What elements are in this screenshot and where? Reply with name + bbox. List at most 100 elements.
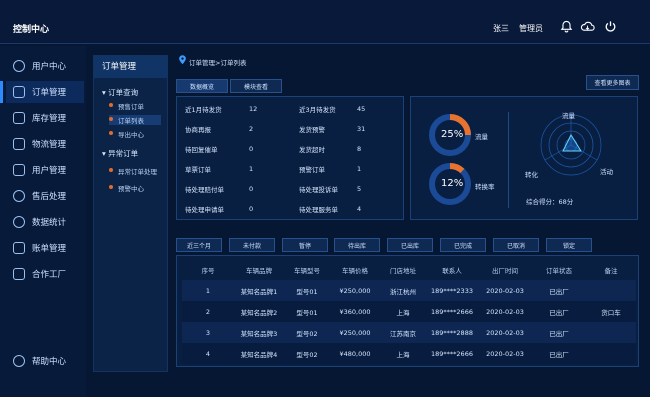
table-cell: 型号02 xyxy=(284,343,330,364)
table-cell: 已出厂 xyxy=(532,301,586,322)
bell-icon[interactable] xyxy=(560,20,573,33)
stat-label: 发货预警 xyxy=(299,126,325,134)
column-header[interactable]: 车辆品牌 xyxy=(234,260,284,280)
chart-panel: 25% 流量 12% 转换率 流量 转化 活动 综合得分：68分 xyxy=(410,96,638,220)
lightbulb-icon xyxy=(13,355,25,367)
subnav-group-abnormal[interactable]: ▾ 异常订单 xyxy=(102,148,138,159)
sidebar-item-bills[interactable]: 账单管理 xyxy=(6,237,84,259)
column-header[interactable]: 订单状态 xyxy=(532,260,586,280)
stat-label: 预警订单 xyxy=(299,166,325,174)
table-cell: 江苏南京 xyxy=(380,322,426,343)
filter-button[interactable]: 暂停 xyxy=(282,238,328,252)
user-name[interactable]: 张三 xyxy=(493,23,509,34)
stats-row: 协商再报 2 发货预警 31 xyxy=(177,119,399,139)
sidebar-item-after-sales[interactable]: 售后处理 xyxy=(6,185,84,207)
table-cell: 已出厂 xyxy=(532,322,586,343)
table-cell: 上海 xyxy=(380,301,426,322)
top-bar: 控制中心 张三 管理员 xyxy=(0,0,650,44)
subnav-panel: 订单管理 ▾ 订单查询 预售订单 订单列表 导出中心 ▾ 异常订单 异常订单处理… xyxy=(93,55,168,372)
stat-value: 1 xyxy=(249,165,254,173)
stat-value: 0 xyxy=(249,205,254,213)
column-header[interactable]: 出厂时间 xyxy=(478,260,532,280)
column-header[interactable]: 联系人 xyxy=(426,260,478,280)
table-row[interactable]: 4 某知名品牌4 型号02 ¥480,000 上海 189****2666 2020-02-… xyxy=(182,343,636,364)
sidebar-item-orders[interactable]: 订单管理 xyxy=(0,81,84,103)
filter-button[interactable]: 锁定 xyxy=(546,238,592,252)
stat-label: 待处理服务单 xyxy=(299,206,338,214)
filter-button[interactable]: 未付款 xyxy=(229,238,275,252)
filter-button[interactable]: 已完成 xyxy=(440,238,486,252)
table-cell: 2 xyxy=(182,301,234,322)
subnav-item-abnormal-handle[interactable]: 异常订单处理 xyxy=(109,166,157,176)
subnav-item-export[interactable]: 导出中心 xyxy=(109,129,144,139)
column-header[interactable]: 序号 xyxy=(182,260,234,280)
filter-button[interactable]: 已取消 xyxy=(493,238,539,252)
table-cell: ¥360,000 xyxy=(330,301,380,322)
stats-row: 待处理赔付单 0 待处理投诉单 5 xyxy=(177,179,399,199)
table-cell: 型号01 xyxy=(284,301,330,322)
stat-label: 待处理赔付单 xyxy=(185,186,224,194)
table-row[interactable]: 2 某知名品牌2 型号01 ¥360,000 上海 189****2666 2020-02-… xyxy=(182,301,636,322)
power-icon[interactable] xyxy=(604,20,617,33)
table-cell: 某知名品牌4 xyxy=(234,343,284,364)
user-role: 管理员 xyxy=(519,24,543,33)
stats-row: 草票订单 1 预警订单 1 xyxy=(177,159,399,179)
radar-label-traffic: 流量 xyxy=(562,112,575,120)
sidebar-item-user-center[interactable]: 用户中心 xyxy=(6,55,84,77)
column-header[interactable]: 车辆型号 xyxy=(284,260,330,280)
stat-value: 0 xyxy=(249,185,254,193)
subnav-item-alerts[interactable]: 预警中心 xyxy=(109,183,144,193)
table-cell: 1 xyxy=(182,280,234,301)
stat-label: 草票订单 xyxy=(185,166,211,174)
sidebar-item-users[interactable]: 用户管理 xyxy=(6,159,84,181)
cloud-icon[interactable] xyxy=(580,20,595,33)
subnav-group-order-query[interactable]: ▾ 订单查询 xyxy=(102,87,138,98)
subnav-item-order-list[interactable]: 订单列表 xyxy=(109,115,161,125)
table-row[interactable]: 1 某知名品牌1 型号01 ¥250,000 浙江杭州 189****2333 2020-0… xyxy=(182,280,636,301)
table-row[interactable]: 3 某知名品牌3 型号02 ¥250,000 江苏南京 189****2888 2020-0… xyxy=(182,322,636,343)
column-header[interactable]: 门店地址 xyxy=(380,260,426,280)
breadcrumb: 订单管理>订单列表 xyxy=(189,59,247,67)
sidebar-item-label: 用户中心 xyxy=(32,62,67,72)
stats-row: 近1月待发货 12 近3月待发货 45 xyxy=(177,99,399,119)
sidebar-item-help[interactable]: 帮助中心 xyxy=(6,350,84,372)
orders-icon xyxy=(13,86,25,98)
sidebar-item-inventory[interactable]: 库存管理 xyxy=(6,107,84,129)
stat-value: 8 xyxy=(357,145,362,153)
table-cell: 浙江杭州 xyxy=(380,280,426,301)
table-cell: 2020-02-03 xyxy=(478,343,532,364)
table-cell: 4 xyxy=(182,343,234,364)
table-cell: 某知名品牌1 xyxy=(234,280,284,301)
table-cell xyxy=(586,280,636,301)
subnav-title: 订单管理 xyxy=(94,56,167,78)
filter-button[interactable]: 待出库 xyxy=(334,238,380,252)
sidebar-item-factory[interactable]: 合作工厂 xyxy=(6,263,84,285)
stat-value: 5 xyxy=(357,185,362,193)
sidebar: 用户中心 订单管理 库存管理 物流管理 用户管理 售后处理 数据统计 账单管理 … xyxy=(0,46,86,397)
stats-row: 待处理申请单 0 待处理服务单 4 xyxy=(177,199,399,219)
conversion-label: 转换率 xyxy=(475,183,495,191)
subnav-item-presale[interactable]: 预售订单 xyxy=(109,101,144,111)
filter-button[interactable]: 近三个月 xyxy=(176,238,222,252)
conversion-value: 12% xyxy=(441,178,464,189)
table-cell: 型号02 xyxy=(284,322,330,343)
sidebar-item-label: 账单管理 xyxy=(32,244,67,254)
sidebar-item-statistics[interactable]: 数据统计 xyxy=(6,211,84,233)
table-cell: ¥250,000 xyxy=(330,322,380,343)
factory-icon xyxy=(13,268,25,280)
tab-data-overview[interactable]: 数据概览 xyxy=(176,79,228,93)
sidebar-item-logistics[interactable]: 物流管理 xyxy=(6,133,84,155)
sidebar-item-label: 合作工厂 xyxy=(32,270,67,280)
column-header[interactable]: 车辆价格 xyxy=(330,260,380,280)
table-cell: 已出厂 xyxy=(532,280,586,301)
tab-module-view[interactable]: 模块查看 xyxy=(230,79,282,93)
column-header[interactable]: 备注 xyxy=(586,260,636,280)
table-cell: 上海 xyxy=(380,343,426,364)
table-cell: 3 xyxy=(182,322,234,343)
user-icon xyxy=(13,164,25,176)
view-more-charts-button[interactable]: 查看更多图表 xyxy=(586,75,639,90)
service-icon xyxy=(13,190,25,202)
filter-button[interactable]: 已出库 xyxy=(387,238,433,252)
table-cell: 189****2666 xyxy=(426,343,478,364)
table-cell: 189****2333 xyxy=(426,280,478,301)
